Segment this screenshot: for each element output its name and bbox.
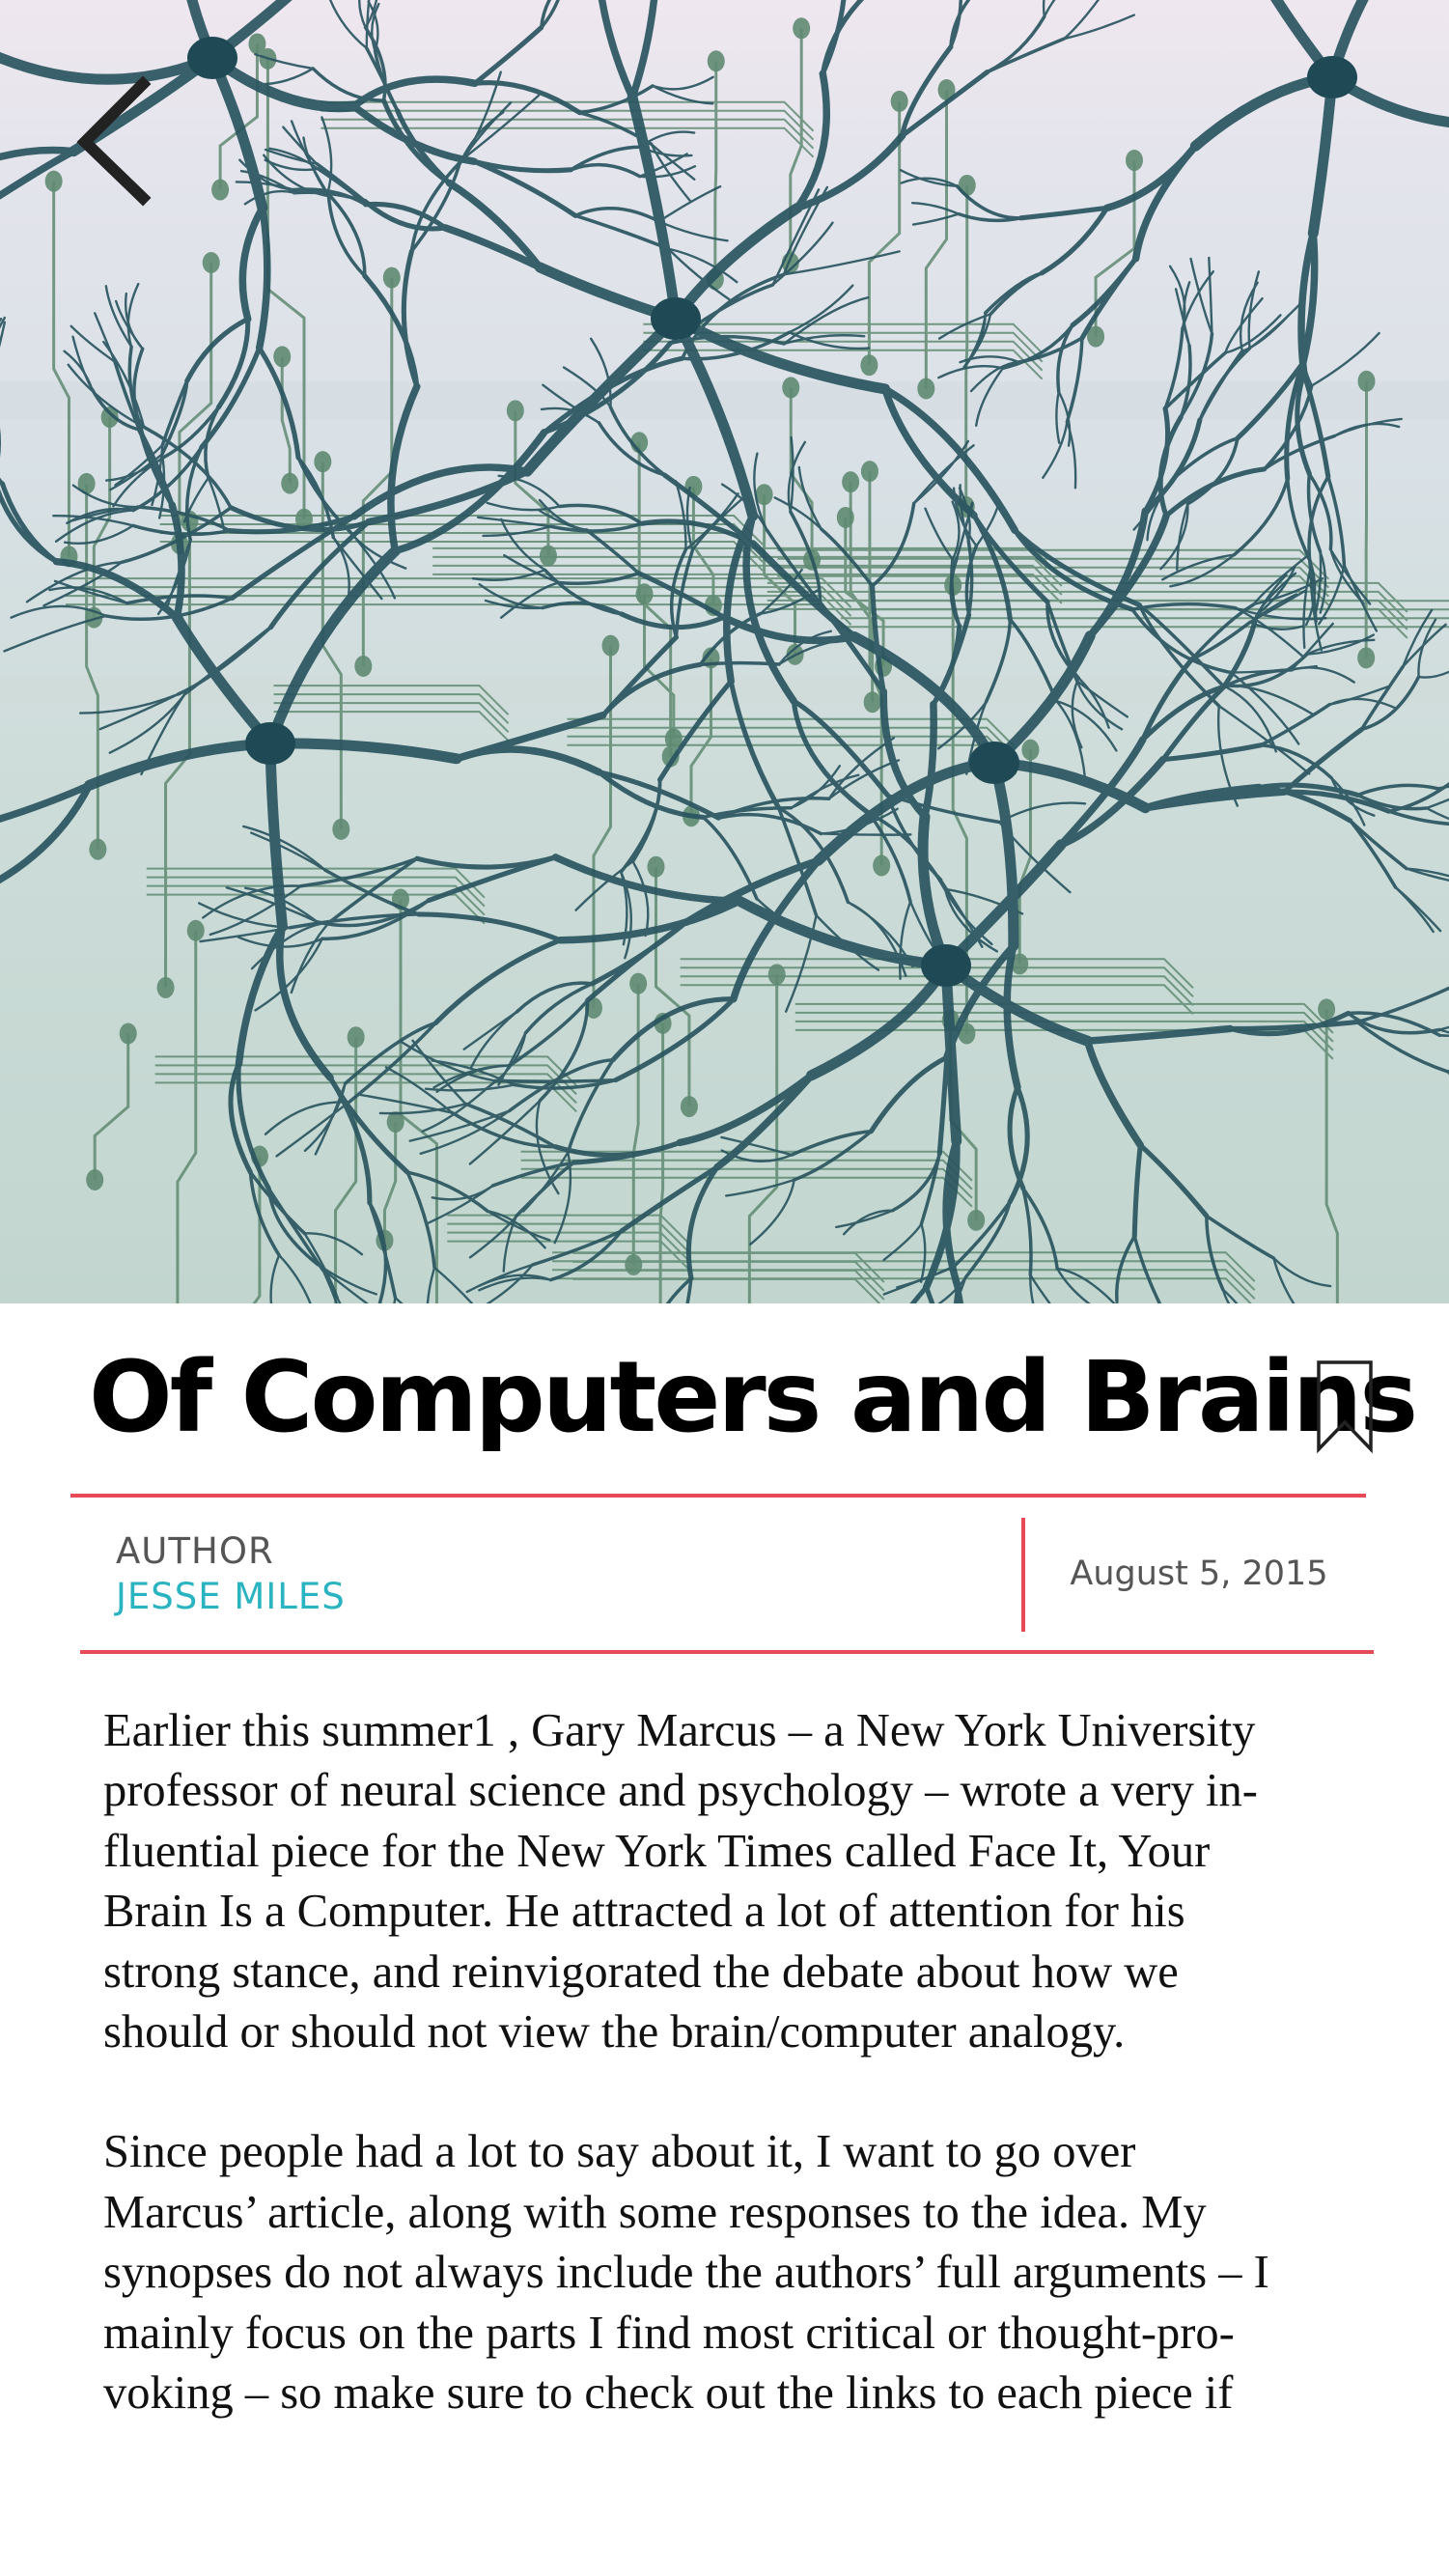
author-name-link[interactable]: JESSE MILES [116, 1576, 346, 1617]
body-line: strong stance, and reinvigorated the deb… [103, 1946, 1179, 1998]
divider-top [70, 1494, 1366, 1498]
article-body: Earlier this summer1 , Gary Marcus – a N… [103, 1701, 1358, 2423]
article-title: Of Computers and Brains [89, 1340, 1418, 1455]
hero-image [0, 0, 1449, 1303]
publish-date: August 5, 2015 [1070, 1554, 1328, 1593]
body-line: voking – so make sure to check out the l… [103, 2367, 1234, 2420]
bookmark-button[interactable] [1315, 1358, 1375, 1455]
body-line: professor of neural science and psycholo… [103, 1765, 1258, 1817]
body-line: Brain Is a Computer. He attracted a lot … [103, 1886, 1185, 1938]
divider-bottom [80, 1650, 1374, 1654]
neuron-circuit-artwork [0, 0, 1449, 1303]
body-line: Since people had a lot to say about it, … [103, 2126, 1136, 2178]
body-line: Marcus’ article, along with some respons… [103, 2186, 1207, 2238]
body-line: mainly focus on the parts I find most cr… [103, 2307, 1235, 2359]
body-line: Earlier this summer1 , Gary Marcus – a N… [103, 1705, 1256, 1756]
body-line: synopses do not always include the autho… [103, 2247, 1269, 2299]
body-line: should or should not view the brain/comp… [103, 2006, 1126, 2058]
chevron-left-icon [76, 75, 152, 207]
bookmark-icon [1317, 1360, 1373, 1454]
body-line: fluential piece for the New York Times c… [103, 1825, 1211, 1877]
article-header: Of Computers and Brains [89, 1337, 1418, 1463]
back-button[interactable] [68, 72, 164, 208]
author-label: AUTHOR [116, 1530, 274, 1572]
